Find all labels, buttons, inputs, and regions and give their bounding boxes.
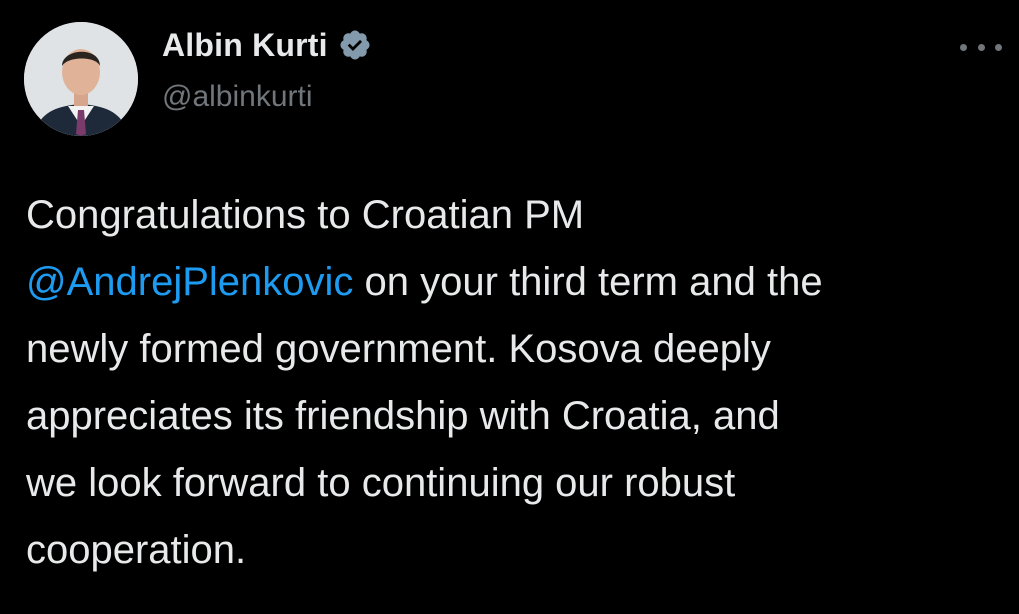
tweet-line: appreciates its friendship with Croatia,… <box>26 394 780 438</box>
more-horizontal-icon-dot <box>960 43 967 51</box>
tweet-line: newly formed government. Kosova deeply <box>26 327 771 371</box>
name-row: Albin Kurti <box>162 22 372 68</box>
author-info: Albin Kurti @albinkurti <box>162 22 372 114</box>
more-horizontal-icon-dot <box>977 43 985 51</box>
author-display-name[interactable]: Albin Kurti <box>162 27 328 64</box>
tweet-card: Albin Kurti @albinkurti Congratulations … <box>0 0 1019 614</box>
tweet-line: we look forward to continuing our robust <box>26 461 736 505</box>
verified-badge-icon[interactable] <box>338 28 372 62</box>
tweet-line: Congratulations to Croatian PM <box>26 193 585 237</box>
tweet-line: cooperation. <box>26 528 247 572</box>
author-avatar[interactable] <box>24 22 138 136</box>
more-horizontal-icon-dot <box>995 43 1002 51</box>
author-handle[interactable]: @albinkurti <box>162 80 372 114</box>
tweet-text: Congratulations to Croatian PM @AndrejPl… <box>26 182 1016 584</box>
profile-photo-image <box>24 22 138 136</box>
more-options-button[interactable] <box>960 36 1002 58</box>
mention-link[interactable]: @AndrejPlenkovic <box>26 260 353 304</box>
tweet-line: @AndrejPlenkovic on your third term and … <box>26 249 1016 316</box>
tweet-line-text: on your third term and the <box>353 260 823 304</box>
